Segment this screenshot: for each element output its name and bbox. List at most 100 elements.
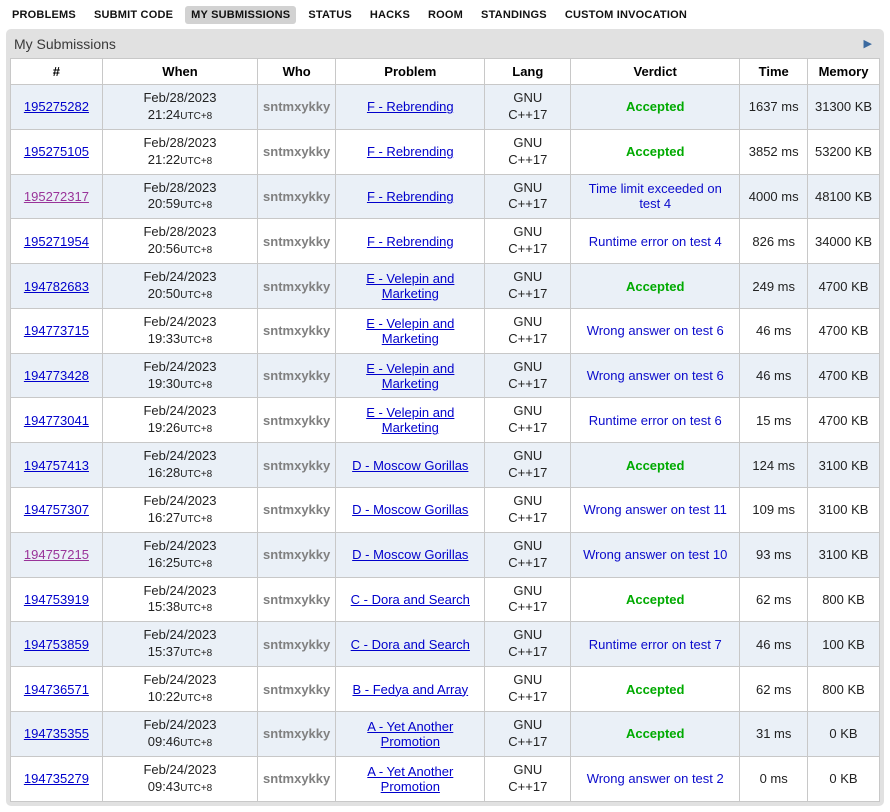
user-link[interactable]: sntmxykky	[263, 682, 330, 697]
problem-link[interactable]: D - Moscow Gorillas	[352, 502, 468, 517]
problem-link[interactable]: D - Moscow Gorillas	[352, 547, 468, 562]
submission-lang-cell: GNU C++17	[485, 174, 571, 219]
user-link[interactable]: sntmxykky	[263, 637, 330, 652]
nav-item-hacks[interactable]: HACKS	[364, 6, 416, 24]
submission-id-link[interactable]: 194773041	[24, 413, 89, 428]
user-link[interactable]: sntmxykky	[263, 279, 330, 294]
verdict-label: Runtime error on test 4	[589, 234, 722, 249]
submission-time: 09:46UTC+8	[107, 734, 253, 751]
submission-id-link[interactable]: 194757307	[24, 502, 89, 517]
submission-lang-cell: GNU C++17	[485, 622, 571, 667]
submission-id-link[interactable]: 194773715	[24, 323, 89, 338]
user-link[interactable]: sntmxykky	[263, 458, 330, 473]
submission-id-link[interactable]: 194736571	[24, 682, 89, 697]
user-link[interactable]: sntmxykky	[263, 99, 330, 114]
user-link[interactable]: sntmxykky	[263, 234, 330, 249]
submission-lang-cell: GNU C++17	[485, 353, 571, 398]
user-link[interactable]: sntmxykky	[263, 726, 330, 741]
user-link[interactable]: sntmxykky	[263, 502, 330, 517]
problem-link[interactable]: E - Velepin and Marketing	[366, 405, 454, 435]
submission-id-link[interactable]: 195275105	[24, 144, 89, 159]
problem-link[interactable]: F - Rebrending	[367, 189, 454, 204]
problem-link[interactable]: B - Fedya and Array	[352, 682, 468, 697]
user-link[interactable]: sntmxykky	[263, 771, 330, 786]
language-label: GNU C++17	[502, 90, 554, 124]
problem-link[interactable]: F - Rebrending	[367, 144, 454, 159]
language-label: GNU C++17	[502, 224, 554, 258]
submission-row: 194736571Feb/24/202310:22UTC+8sntmxykkyB…	[11, 667, 880, 712]
problem-link[interactable]: A - Yet Another Promotion	[367, 764, 453, 794]
col-header-memory: Memory	[808, 59, 880, 85]
verdict-label: Accepted	[626, 279, 685, 294]
nav-item-submit-code[interactable]: SUBMIT CODE	[88, 6, 179, 24]
submission-id-link[interactable]: 195271954	[24, 234, 89, 249]
user-link[interactable]: sntmxykky	[263, 323, 330, 338]
submission-time: 20:56UTC+8	[107, 241, 253, 258]
submission-id-link[interactable]: 194735279	[24, 771, 89, 786]
problem-link[interactable]: E - Velepin and Marketing	[366, 316, 454, 346]
timezone-label: UTC+8	[180, 693, 212, 704]
submission-problem-cell: B - Fedya and Array	[336, 667, 485, 712]
submission-id-cell: 194753859	[11, 622, 103, 667]
nav-item-standings[interactable]: STANDINGS	[475, 6, 553, 24]
user-link[interactable]: sntmxykky	[263, 144, 330, 159]
problem-link[interactable]: F - Rebrending	[367, 99, 454, 114]
submission-who-cell: sntmxykky	[258, 398, 336, 443]
submission-id-link[interactable]: 195275282	[24, 99, 89, 114]
submission-lang-cell: GNU C++17	[485, 264, 571, 309]
submission-memory-cell: 0 KB	[808, 756, 880, 801]
submission-id-cell: 194757307	[11, 488, 103, 533]
nav-item-problems[interactable]: PROBLEMS	[6, 6, 82, 24]
submission-date: Feb/24/2023	[107, 359, 253, 376]
expand-filter-icon[interactable]: ▶	[862, 39, 874, 50]
submission-when-cell: Feb/24/202316:28UTC+8	[102, 443, 257, 488]
submission-id-link[interactable]: 194782683	[24, 279, 89, 294]
submission-id-link[interactable]: 194757413	[24, 458, 89, 473]
submission-id-link[interactable]: 194773428	[24, 368, 89, 383]
nav-item-my-submissions[interactable]: MY SUBMISSIONS	[185, 6, 296, 24]
nav-item-room[interactable]: ROOM	[422, 6, 469, 24]
nav-item-status[interactable]: STATUS	[302, 6, 358, 24]
submission-exec-time-cell: 93 ms	[740, 532, 808, 577]
submission-when-cell: Feb/24/202315:37UTC+8	[102, 622, 257, 667]
language-label: GNU C++17	[502, 314, 554, 348]
problem-link[interactable]: C - Dora and Search	[351, 637, 470, 652]
user-link[interactable]: sntmxykky	[263, 547, 330, 562]
nav-item-custom-invocation[interactable]: CUSTOM INVOCATION	[559, 6, 693, 24]
problem-link[interactable]: D - Moscow Gorillas	[352, 458, 468, 473]
submission-verdict-cell: Wrong answer on test 6	[571, 308, 740, 353]
submission-id-link[interactable]: 194753919	[24, 592, 89, 607]
time-value: 21:24	[148, 107, 181, 122]
submission-exec-time-cell: 46 ms	[740, 622, 808, 667]
problem-link[interactable]: F - Rebrending	[367, 234, 454, 249]
timezone-label: UTC+8	[180, 380, 212, 391]
submission-problem-cell: F - Rebrending	[336, 129, 485, 174]
problem-link[interactable]: A - Yet Another Promotion	[367, 719, 453, 749]
time-value: 15:37	[148, 644, 181, 659]
submission-who-cell: sntmxykky	[258, 756, 336, 801]
submission-when-cell: Feb/24/202319:30UTC+8	[102, 353, 257, 398]
language-label: GNU C++17	[502, 135, 554, 169]
submission-id-cell: 194773428	[11, 353, 103, 398]
problem-link[interactable]: E - Velepin and Marketing	[366, 361, 454, 391]
submission-id-link[interactable]: 194757215	[24, 547, 89, 562]
submission-id-link[interactable]: 194753859	[24, 637, 89, 652]
user-link[interactable]: sntmxykky	[263, 189, 330, 204]
submission-id-link[interactable]: 195272317	[24, 189, 89, 204]
user-link[interactable]: sntmxykky	[263, 413, 330, 428]
submission-problem-cell: E - Velepin and Marketing	[336, 353, 485, 398]
submission-memory-cell: 4700 KB	[808, 308, 880, 353]
user-link[interactable]: sntmxykky	[263, 592, 330, 607]
submission-memory-cell: 800 KB	[808, 667, 880, 712]
submission-exec-time-cell: 46 ms	[740, 353, 808, 398]
user-link[interactable]: sntmxykky	[263, 368, 330, 383]
problem-link[interactable]: E - Velepin and Marketing	[366, 271, 454, 301]
col-header-problem: Problem	[336, 59, 485, 85]
problem-link[interactable]: C - Dora and Search	[351, 592, 470, 607]
submission-row: 194753859 Feb/24/202315:37UTC+8 sntmxykky C…	[11, 622, 880, 667]
timezone-label: UTC+8	[180, 156, 212, 167]
submission-row: 195272317Feb/28/202320:59UTC+8sntmxykkyF…	[11, 174, 880, 219]
verdict-label: Wrong answer on test 2	[587, 771, 724, 786]
submission-when-cell: Feb/24/202316:25UTC+8	[102, 532, 257, 577]
submission-id-link[interactable]: 194735355	[24, 726, 89, 741]
